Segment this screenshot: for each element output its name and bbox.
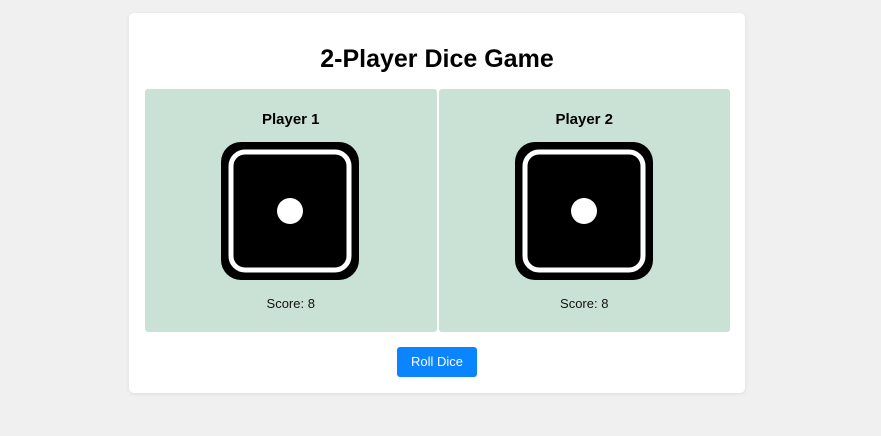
score-value: 8 [601, 296, 609, 311]
score-label: Score: [266, 296, 305, 311]
roll-dice-button[interactable]: Roll Dice [397, 347, 477, 377]
player-name: Player 2 [555, 111, 614, 128]
game-title: 2-Player Dice Game [320, 45, 554, 73]
players-area: Player 1 Score: 8 Player 2 Score: 8 [145, 89, 730, 332]
die-pip [277, 198, 303, 224]
game-card: 2-Player Dice Game Player 1 Score: 8 Play… [129, 13, 745, 393]
die-face-svg [514, 142, 653, 280]
player-panel-2: Player 2 Score: 8 [438, 89, 731, 332]
score-value: 8 [307, 296, 315, 311]
die-pip [570, 198, 597, 224]
player-score: Score: 8 [439, 296, 731, 312]
dice-one-icon [514, 142, 653, 280]
player-panel-1: Player 1 Score: 8 [145, 89, 437, 332]
player-name: Player 1 [261, 111, 320, 128]
die-face-svg [221, 142, 359, 280]
dice-one-icon [221, 142, 359, 280]
score-label: Score: [560, 296, 598, 311]
player-score: Score: 8 [145, 296, 437, 312]
